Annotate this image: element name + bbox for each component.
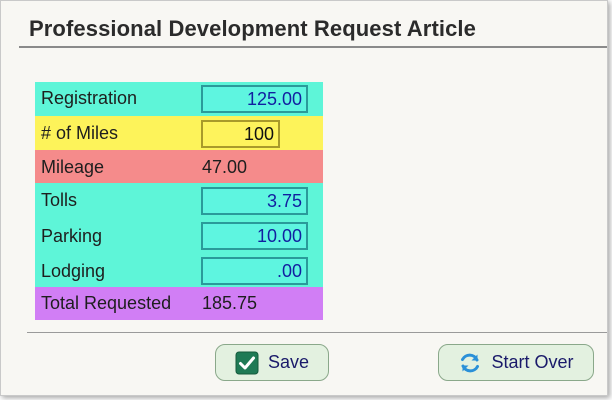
save-button-label: Save xyxy=(267,352,310,372)
lodging-label: Lodging xyxy=(41,261,106,281)
title-divider xyxy=(19,46,607,48)
start-over-button[interactable]: Start Over xyxy=(438,344,594,381)
refresh-icon xyxy=(458,351,482,375)
start-over-button-label: Start Over xyxy=(491,352,574,372)
tolls-label: Tolls xyxy=(41,190,78,210)
total-value: 185.75 xyxy=(202,293,258,313)
tolls-input[interactable] xyxy=(201,187,308,215)
mileage-label: Mileage xyxy=(41,157,105,177)
row-lodging: Lodging xyxy=(35,254,323,287)
miles-label: # of Miles xyxy=(41,123,119,143)
checkbox-checked-icon xyxy=(235,351,259,375)
total-label: Total Requested xyxy=(41,293,172,313)
miles-input[interactable] xyxy=(201,120,280,148)
registration-label: Registration xyxy=(41,88,138,108)
row-registration: Registration xyxy=(35,82,323,116)
save-button[interactable]: Save xyxy=(215,344,329,381)
row-miles: # of Miles xyxy=(35,116,323,150)
lodging-input[interactable] xyxy=(201,257,308,285)
row-tolls: Tolls xyxy=(35,183,323,219)
parking-label: Parking xyxy=(41,226,103,246)
page-title: Professional Development Request Article xyxy=(29,16,476,41)
parking-input[interactable] xyxy=(201,222,308,250)
mileage-value: 47.00 xyxy=(202,157,248,177)
form-window: Professional Development Request Article… xyxy=(0,0,608,396)
row-mileage: Mileage 47.00 xyxy=(35,150,323,183)
row-parking: Parking xyxy=(35,219,323,254)
bottom-divider xyxy=(27,332,607,333)
row-total: Total Requested 185.75 xyxy=(35,287,323,320)
registration-input[interactable] xyxy=(201,85,308,113)
